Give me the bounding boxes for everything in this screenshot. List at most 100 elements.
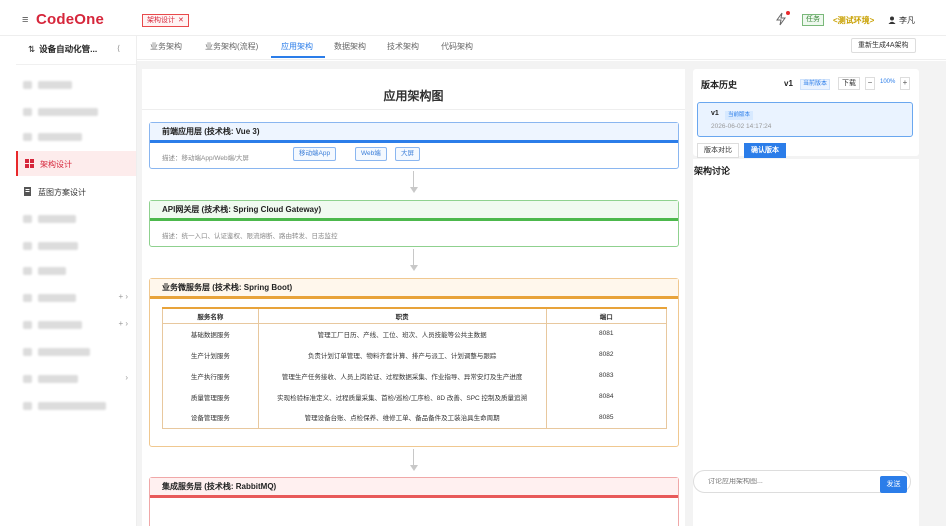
sidebar-item-blurred-10[interactable]: › xyxy=(16,366,136,391)
sidebar-item-blurred-4[interactable] xyxy=(16,206,136,231)
lightning-icon[interactable] xyxy=(775,12,787,26)
tab-code[interactable]: 代码架构 xyxy=(441,41,473,52)
service-duty: 管理工厂日历、产线、工位、班次、人员技能等公共主数据 xyxy=(257,323,547,344)
blurred-label xyxy=(38,215,76,223)
breadcrumb-tag[interactable]: 架构设计 ✕ xyxy=(142,14,189,27)
service-name: 质量管理服务 xyxy=(162,386,259,407)
sidebar-item-blurred-1[interactable] xyxy=(16,72,136,97)
blurred-label xyxy=(38,242,78,250)
table-row[interactable]: 质量管理服务 实现检验标准定义、过程质量采集、首检/巡检/工序检、8D 改善、SP… xyxy=(162,386,668,407)
sidebar-item-blurred-11[interactable] xyxy=(16,393,136,418)
layer-bar xyxy=(150,495,678,498)
layer-title: 业务微服务层 (技术栈: Spring Boot) xyxy=(150,279,678,296)
diagram-canvas[interactable]: 应用架构图 前端应用层 (技术栈: Vue 3) 描述：移动端App/Web端/… xyxy=(137,61,690,526)
column-header: 服务名称 xyxy=(162,307,259,324)
grid-icon xyxy=(25,159,34,168)
flow-arrow xyxy=(410,249,418,271)
collapse-icon[interactable]: ⟨ xyxy=(117,44,120,53)
blurred-label xyxy=(38,375,78,383)
service-name: 设备管理服务 xyxy=(162,407,259,429)
table-row[interactable]: 设备管理服务 管理设备台账、点检保养、维修工单、备品备件及工装治具生命周期 8085 xyxy=(162,407,668,429)
discussion-input-wrap xyxy=(693,470,911,493)
blurred-icon xyxy=(23,294,32,302)
top-bar: ≡ CodeOne 架构设计 ✕ 任务 <测试环境> 李凡 xyxy=(0,0,946,36)
discussion-input[interactable] xyxy=(708,478,868,485)
version-history-panel: 版本历史 v1 当前版本 下载 − 100% + v1 当前版本 2026-06… xyxy=(693,69,919,158)
project-name: 设备自动化管... xyxy=(39,44,98,54)
menu-icon[interactable]: ≡ xyxy=(22,14,28,26)
flow-arrow xyxy=(410,449,418,471)
task-badge[interactable]: 任务 xyxy=(802,14,824,26)
blurred-icon xyxy=(23,267,32,275)
chip-mobile[interactable]: 移动端App xyxy=(293,147,337,161)
table-header-row: 服务名称 职责 端口 xyxy=(162,307,668,324)
sidebar-item-blurred-8[interactable]: + › xyxy=(16,312,136,337)
table-row[interactable]: 生产执行服务 管理生产任务接收、人员上岗验证、过程数据采集、作业指导、异常安灯及生… xyxy=(162,365,668,386)
blurred-label xyxy=(38,81,72,89)
table-row[interactable]: 基础数据服务 管理工厂日历、产线、工位、班次、人员技能等公共主数据 8081 xyxy=(162,323,668,344)
blurred-icon xyxy=(23,108,32,116)
tab-business[interactable]: 业务架构 xyxy=(150,41,182,52)
send-button[interactable]: 发送 xyxy=(880,476,907,493)
sidebar-item-blurred-3[interactable] xyxy=(16,124,136,149)
service-duty: 管理生产任务接收、人员上岗验证、过程数据采集、作业指导、异常安灯及生产进度 xyxy=(257,365,547,386)
sidebar-item-blurred-7[interactable]: + › xyxy=(16,285,136,310)
logo: CodeOne xyxy=(36,11,105,28)
service-name: 基础数据服务 xyxy=(162,323,259,344)
tab-data[interactable]: 数据架构 xyxy=(334,41,366,52)
gateway-layer[interactable]: API网关层 (技术栈: Spring Cloud Gateway) 描述：统一… xyxy=(149,200,679,247)
diagram-title: 应用架构图 xyxy=(383,89,444,103)
blurred-label xyxy=(38,402,106,410)
divider xyxy=(142,109,685,110)
blurred-label xyxy=(38,321,82,329)
blurred-label xyxy=(38,108,98,116)
layer-desc: 描述：移动端App/Web端/大屏 xyxy=(162,155,249,162)
sidebar-item-blueprint[interactable]: 蓝图方案设计 xyxy=(16,179,136,204)
blurred-label xyxy=(38,133,82,141)
env-label: <测试环境> xyxy=(833,16,875,25)
zoom-out-button[interactable]: − xyxy=(865,77,875,90)
sidebar-item-blurred-6[interactable] xyxy=(16,258,136,283)
chevron-right-icon[interactable]: › xyxy=(125,373,128,382)
current-version: v1 xyxy=(784,79,793,88)
app-root: ≡ CodeOne 架构设计 ✕ 任务 <测试环境> 李凡 ⇅ 设备自动化管... … xyxy=(0,0,946,526)
version-item[interactable]: v1 当前版本 2026-06-02 14:17:24 xyxy=(697,102,913,137)
microservice-layer[interactable]: 业务微服务层 (技术栈: Spring Boot) 服务名称 职责 端口 基础数… xyxy=(149,278,679,447)
blurred-icon xyxy=(23,348,32,356)
integration-layer[interactable]: 集成服务层 (技术栈: RabbitMQ) xyxy=(149,477,679,526)
zoom-level: 100% xyxy=(880,79,896,85)
user-name: 李凡 xyxy=(899,16,915,25)
close-icon[interactable]: ✕ xyxy=(178,17,184,24)
expand-icon[interactable]: + › xyxy=(118,319,128,328)
sidebar-item-blurred-2[interactable] xyxy=(16,99,136,124)
discussion-title: 架构讨论 xyxy=(694,166,731,176)
confirm-version-button[interactable]: 确认版本 xyxy=(744,143,786,158)
service-duty: 负责计划订单管理、物料齐套计算、排产与派工、计划调整与跟踪 xyxy=(257,344,547,365)
tab-technology[interactable]: 技术架构 xyxy=(387,41,419,52)
service-port: 8082 xyxy=(545,344,668,365)
discussion-footer xyxy=(693,499,919,526)
project-switcher[interactable]: ⇅ 设备自动化管... xyxy=(28,43,97,55)
table-row[interactable]: 生产计划服务 负责计划订单管理、物料齐套计算、排产与派工、计划调整与跟踪 8082 xyxy=(162,344,668,365)
expand-icon[interactable]: + › xyxy=(118,292,128,301)
blurred-icon xyxy=(23,81,32,89)
chip-screen[interactable]: 大屏 xyxy=(395,147,420,161)
zoom-in-button[interactable]: + xyxy=(900,77,910,90)
user-menu[interactable]: 李凡 xyxy=(888,15,915,26)
sidebar-item-architecture[interactable]: 架构设计 xyxy=(16,151,136,176)
download-button[interactable]: 下载 xyxy=(838,77,860,90)
compare-button[interactable]: 版本对比 xyxy=(697,143,739,158)
tab-bar: 业务架构 业务架构(流程) 应用架构 数据架构 技术架构 代码架构 xyxy=(137,36,946,60)
tab-application[interactable]: 应用架构 xyxy=(281,41,313,52)
current-version-tag: 当前版本 xyxy=(800,79,831,90)
service-duty: 管理设备台账、点检保养、维修工单、备品备件及工装治具生命周期 xyxy=(257,407,547,429)
blurred-icon xyxy=(23,375,32,383)
regenerate-button[interactable]: 重新生成4A架构 xyxy=(851,38,916,53)
tab-business-flow[interactable]: 业务架构(流程) xyxy=(205,41,258,52)
sidebar-item-blurred-9[interactable] xyxy=(16,339,136,364)
blurred-label xyxy=(38,294,76,302)
blurred-icon xyxy=(23,242,32,250)
frontend-layer[interactable]: 前端应用层 (技术栈: Vue 3) 描述：移动端App/Web端/大屏 移动端… xyxy=(149,122,679,169)
chip-web[interactable]: Web端 xyxy=(355,147,387,161)
sidebar-item-blurred-5[interactable] xyxy=(16,233,136,258)
